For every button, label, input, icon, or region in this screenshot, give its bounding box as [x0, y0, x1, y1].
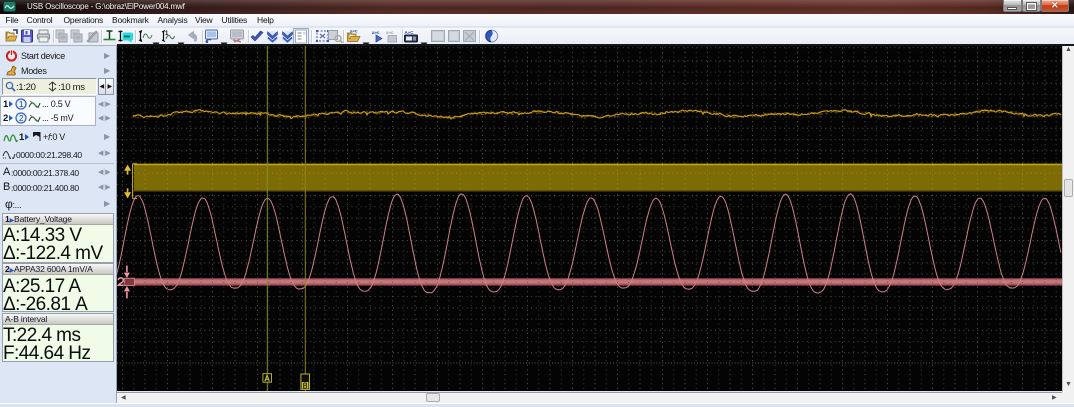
- svg-text:a»c: a»c: [350, 29, 358, 34]
- svg-text:A»C: A»C: [405, 30, 415, 35]
- svg-text:a»c: a»c: [386, 30, 394, 35]
- svg-text:a»c: a»c: [372, 30, 380, 35]
